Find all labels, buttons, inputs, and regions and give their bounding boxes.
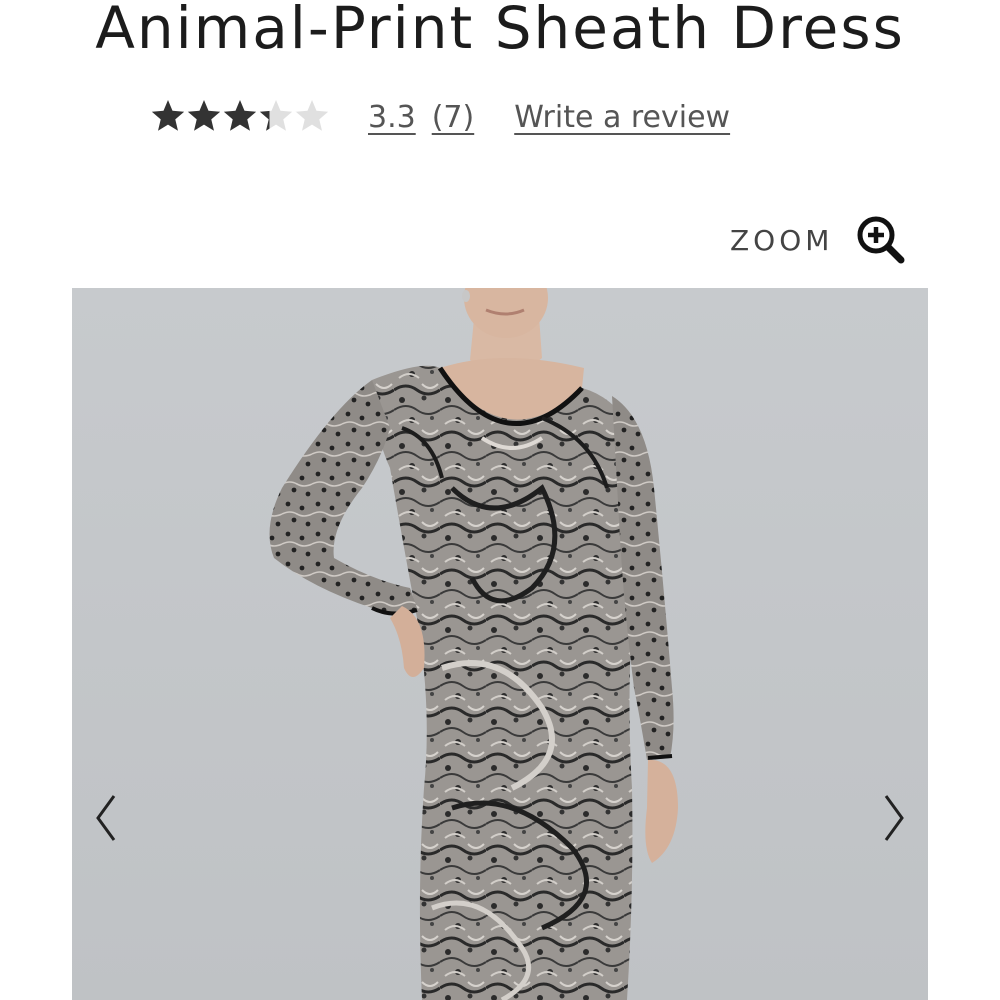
- chevron-right-icon: [884, 795, 904, 841]
- carousel-prev-button[interactable]: [86, 788, 126, 848]
- star-rating: [150, 97, 330, 137]
- star-icon: [259, 100, 293, 131]
- star-icon: [151, 100, 185, 131]
- rating-value-link[interactable]: 3.3: [368, 100, 416, 135]
- review-count-link[interactable]: (7): [432, 100, 475, 135]
- carousel-next-button[interactable]: [874, 788, 914, 848]
- product-page: Animal-Print Sheath Dress 3.3 (7) Write …: [0, 0, 1000, 1000]
- chevron-left-icon: [96, 795, 116, 841]
- product-image-carousel[interactable]: [72, 288, 928, 1000]
- product-photo: [269, 288, 678, 1000]
- star-icon: [187, 100, 221, 131]
- zoom-label: ZOOM: [730, 223, 834, 257]
- zoom-in-icon: [857, 216, 905, 264]
- star-icon: [295, 100, 329, 131]
- product-title: Animal-Print Sheath Dress: [95, 0, 905, 62]
- star-icons: [151, 100, 329, 131]
- write-review-link[interactable]: Write a review: [514, 100, 730, 135]
- star-icon: [223, 100, 257, 131]
- rating-row: 3.3 (7) Write a review: [150, 94, 730, 140]
- zoom-button[interactable]: ZOOM: [730, 212, 907, 268]
